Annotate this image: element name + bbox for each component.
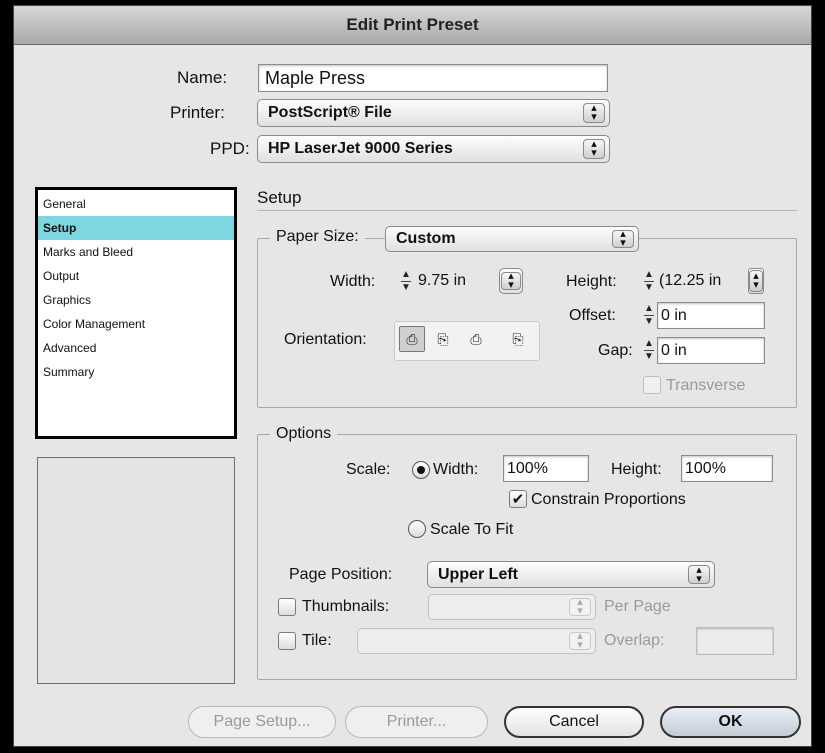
name-input[interactable]: Maple Press (258, 64, 608, 92)
scale-width-label: Width: (433, 461, 479, 478)
cancel-button[interactable]: Cancel (504, 706, 644, 738)
sidebar-item-summary[interactable]: Summary (38, 360, 234, 384)
ppd-label: PPD: (210, 139, 250, 158)
tile-checkbox[interactable] (278, 632, 296, 650)
page-position-value: Upper Left (438, 565, 518, 583)
gap-field[interactable]: 0 in (657, 337, 765, 364)
height-label: Height: (566, 273, 617, 290)
sidebar-item-setup[interactable]: Setup (38, 216, 234, 240)
ok-button[interactable]: OK (660, 706, 801, 738)
landscape-icon[interactable]: ⎘ (430, 326, 456, 352)
sidebar-item-advanced[interactable]: Advanced (38, 336, 234, 360)
popup-arrows-icon: ▴ ▾ (569, 631, 591, 651)
scale-width-radio[interactable] (412, 461, 430, 479)
popup-arrows-icon: ▴ ▾ (749, 270, 763, 292)
page-setup-button[interactable]: Page Setup... (188, 706, 336, 738)
portrait-icon[interactable]: ⎙ (399, 326, 425, 352)
transverse-checkbox[interactable] (643, 376, 661, 394)
width-stepper[interactable]: ▲ ▼ (398, 268, 414, 294)
gap-label: Gap: (598, 342, 633, 359)
name-label: Name: (177, 68, 228, 87)
width-unit-popup[interactable]: ▴ ▾ (499, 268, 523, 294)
reverse-portrait-icon[interactable]: ⎙ (463, 326, 489, 352)
width-label: Width: (330, 273, 376, 290)
options-section-title: Options (270, 425, 338, 443)
height-unit-popup[interactable]: ▴ ▾ (748, 268, 764, 294)
transverse-label: Transverse (666, 377, 746, 394)
height-field[interactable]: (12.25 in (657, 268, 749, 294)
setup-section-title: Setup (257, 188, 302, 207)
page-position-label: Page Position: (289, 566, 393, 583)
radio-dot-icon (417, 466, 425, 474)
printer-button[interactable]: Printer... (345, 706, 488, 738)
scale-height-field[interactable]: 100% (681, 455, 773, 482)
offset-field[interactable]: 0 in (657, 302, 765, 329)
checkmark-icon: ✔ (511, 491, 525, 508)
constrain-proportions-label: Constrain Proportions (531, 491, 686, 508)
gap-stepper[interactable]: ▲ ▼ (641, 337, 657, 363)
constrain-proportions-checkbox[interactable]: ✔ (509, 490, 527, 508)
printer-label: Printer: (170, 103, 225, 122)
scale-height-label: Height: (611, 461, 662, 478)
preview-pane (37, 457, 235, 684)
reverse-landscape-icon[interactable]: ⎘ (505, 326, 531, 352)
paper-size-label: Paper Size: (270, 228, 365, 246)
overlap-field[interactable] (696, 627, 774, 655)
paper-size-popup[interactable]: Custom ▴ ▾ (385, 226, 639, 252)
window-title: Edit Print Preset (14, 6, 811, 45)
tile-label: Tile: (302, 632, 332, 649)
scale-to-fit-label: Scale To Fit (430, 521, 514, 538)
scale-to-fit-radio[interactable] (408, 520, 426, 538)
category-list[interactable]: General Setup Marks and Bleed Output Gra… (35, 187, 237, 439)
edit-print-preset-window: Edit Print Preset Name: Maple Press Prin… (13, 5, 812, 747)
popup-arrows-icon: ▴ ▾ (612, 229, 634, 249)
thumbnails-checkbox[interactable] (278, 598, 296, 616)
thumbnails-label: Thumbnails: (302, 598, 390, 615)
sidebar-item-graphics[interactable]: Graphics (38, 288, 234, 312)
offset-label: Offset: (569, 307, 616, 324)
sidebar-item-color-management[interactable]: Color Management (38, 312, 234, 336)
scale-label: Scale: (346, 461, 391, 478)
thumbnails-per-page-popup[interactable]: ▴ ▾ (428, 594, 596, 620)
sidebar-item-marks-and-bleed[interactable]: Marks and Bleed (38, 240, 234, 264)
paper-size-value: Custom (396, 230, 456, 247)
width-field[interactable]: 9.75 in (415, 268, 497, 294)
orientation-label: Orientation: (284, 331, 367, 348)
popup-arrows-icon: ▴ ▾ (688, 564, 710, 584)
popup-arrows-icon: ▴ ▾ (501, 271, 521, 291)
height-stepper[interactable]: ▲ ▼ (641, 268, 657, 294)
popup-arrows-icon: ▴ ▾ (583, 139, 605, 159)
setup-divider (257, 210, 797, 211)
printer-popup-value: PostScript® File (268, 104, 392, 121)
popup-arrows-icon: ▴ ▾ (583, 103, 605, 123)
printer-popup[interactable]: PostScript® File ▴ ▾ (257, 99, 610, 127)
page-position-popup[interactable]: Upper Left ▴ ▾ (427, 561, 715, 588)
scale-width-field[interactable]: 100% (503, 455, 589, 482)
sidebar-item-output[interactable]: Output (38, 264, 234, 288)
sidebar-item-general[interactable]: General (38, 192, 234, 216)
popup-arrows-icon: ▴ ▾ (569, 597, 591, 617)
ppd-popup[interactable]: HP LaserJet 9000 Series ▴ ▾ (257, 135, 610, 163)
offset-stepper[interactable]: ▲ ▼ (641, 302, 657, 328)
tile-popup[interactable]: ▴ ▾ (357, 628, 596, 654)
per-page-label: Per Page (604, 598, 671, 615)
overlap-label: Overlap: (604, 632, 665, 649)
ppd-popup-value: HP LaserJet 9000 Series (268, 140, 453, 157)
